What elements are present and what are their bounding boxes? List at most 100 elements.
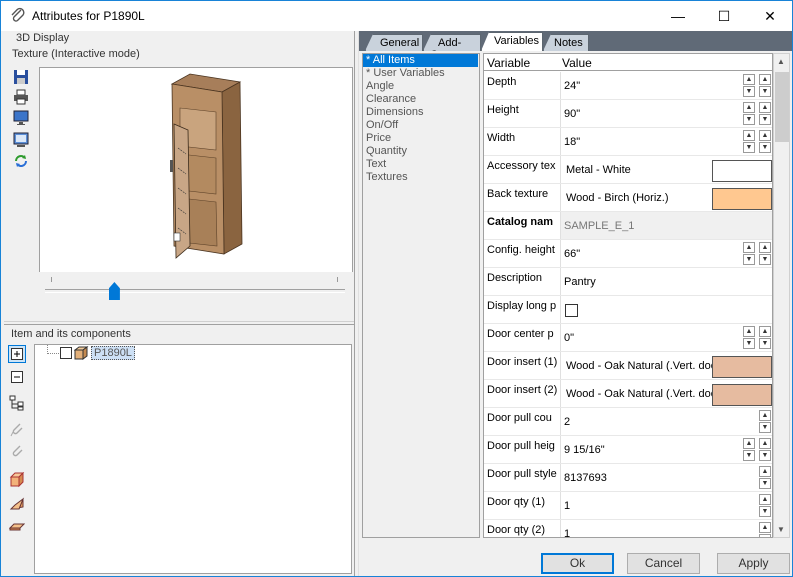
category-all-items[interactable]: * All Items [363, 54, 478, 67]
maximize-button[interactable]: ☐ [701, 1, 747, 31]
left-panel: 3D Display Texture (Interactive mode) It… [4, 31, 354, 576]
spin-up-icon[interactable]: ▲ [759, 326, 771, 337]
ok-button[interactable]: Ok [541, 553, 614, 574]
spin-down-icon[interactable]: ▼ [759, 86, 771, 97]
texture-swatch[interactable] [712, 160, 772, 182]
spin-up-icon[interactable]: ▲ [743, 130, 755, 141]
spin-up-icon[interactable]: ▲ [759, 466, 771, 477]
variable-value-cell[interactable]: 1 ▲▼ [560, 492, 772, 519]
scroll-up-icon[interactable]: ▲ [777, 57, 785, 66]
spin-up-icon[interactable]: ▲ [743, 74, 755, 85]
category-text[interactable]: Text [363, 158, 479, 171]
print-icon[interactable] [12, 88, 30, 106]
spin-down-icon[interactable]: ▼ [743, 142, 755, 153]
refresh-icon[interactable] [12, 152, 30, 170]
spin-up-icon[interactable]: ▲ [759, 242, 771, 253]
spin-up-icon[interactable]: ▲ [759, 494, 771, 505]
spin-down-icon[interactable]: ▼ [759, 506, 771, 517]
zoom-slider[interactable] [39, 272, 353, 318]
texture-swatch[interactable] [712, 188, 772, 210]
panel-splitter[interactable] [4, 321, 354, 325]
spin-up-icon[interactable]: ▲ [743, 242, 755, 253]
spin-down-icon[interactable]: ▼ [759, 534, 771, 537]
scrollbar-thumb[interactable] [775, 72, 789, 142]
spin-down-icon[interactable]: ▼ [743, 450, 755, 461]
spin-down-icon[interactable]: ▼ [743, 86, 755, 97]
variable-value-cell[interactable]: 90" ▲ ▼ ▲ ▼ [560, 100, 772, 127]
slider-thumb[interactable] [108, 282, 120, 300]
category-user-variables[interactable]: * User Variables [363, 67, 479, 80]
expand-icon[interactable] [8, 345, 26, 363]
collapse-icon[interactable] [8, 368, 26, 386]
tab-general[interactable]: General [365, 34, 423, 51]
category-price[interactable]: Price [363, 132, 479, 145]
variable-value-cell[interactable]: Metal - White [560, 156, 772, 183]
panel-icon[interactable] [8, 494, 26, 512]
variable-value-cell[interactable]: 0" ▲ ▼ ▲ ▼ [560, 324, 772, 351]
grid-scrollbar[interactable]: ▲ ▼ [773, 53, 790, 538]
tab-variables[interactable]: Variables [481, 32, 543, 51]
spin-up-icon[interactable]: ▲ [743, 102, 755, 113]
spin-up-icon[interactable]: ▲ [759, 438, 771, 449]
spin-down-icon[interactable]: ▼ [759, 450, 771, 461]
variable-name: Depth [487, 76, 517, 88]
shelf-icon[interactable] [8, 515, 26, 533]
spin-down-icon[interactable]: ▼ [759, 114, 771, 125]
spin-down-icon[interactable]: ▼ [759, 478, 771, 489]
spin-down-icon[interactable]: ▼ [759, 142, 771, 153]
close-button[interactable]: ✕ [747, 1, 793, 31]
texture-swatch[interactable] [712, 356, 772, 378]
category-on-off[interactable]: On/Off [363, 119, 479, 132]
variable-value-cell[interactable] [560, 296, 772, 323]
spin-down-icon[interactable]: ▼ [759, 422, 771, 433]
display-long-checkbox[interactable] [565, 304, 578, 317]
variable-value-cell[interactable]: 2 ▲ ▼ [560, 408, 772, 435]
category-angle[interactable]: Angle [363, 80, 479, 93]
category-dimensions[interactable]: Dimensions [363, 106, 479, 119]
spin-down-icon[interactable]: ▼ [743, 254, 755, 265]
tab-notes[interactable]: Notes [543, 34, 589, 51]
spin-up-icon[interactable]: ▲ [759, 130, 771, 141]
spin-down-icon[interactable]: ▼ [743, 114, 755, 125]
window-view-icon[interactable] [12, 131, 30, 149]
spin-up-icon[interactable]: ▲ [743, 326, 755, 337]
category-quantity[interactable]: Quantity [363, 145, 479, 158]
save-icon[interactable] [12, 68, 30, 86]
variable-value-cell[interactable]: 1 ▲▼ [560, 520, 772, 537]
scroll-down-icon[interactable]: ▼ [777, 525, 785, 534]
minimize-button[interactable]: — [655, 1, 701, 31]
spin-down-icon[interactable]: ▼ [759, 254, 771, 265]
box-icon[interactable] [8, 471, 26, 489]
variable-value-cell[interactable]: 18" ▲ ▼ ▲ ▼ [560, 128, 772, 155]
variable-value-cell[interactable]: 9 15/16" ▲ ▼ ▲ ▼ [560, 436, 772, 463]
variable-value-cell[interactable]: Wood - Oak Natural (.Vert. doo [560, 352, 772, 379]
spin-down-icon[interactable]: ▼ [743, 338, 755, 349]
variable-value-cell[interactable]: 24" ▲ ▼ ▲ ▼ [560, 72, 772, 99]
variable-value-cell[interactable]: 8137693 ▲ ▼ [560, 464, 772, 491]
variable-name: Config. height [487, 244, 555, 256]
variable-value-cell[interactable]: Pantry [560, 268, 772, 295]
cancel-button[interactable]: Cancel [627, 553, 700, 574]
monitor-icon[interactable] [12, 109, 30, 127]
tree-item-label[interactable]: P1890L [91, 346, 135, 360]
variable-name: Description [487, 272, 543, 284]
variable-value-cell[interactable]: 66" ▲ ▼ ▲ ▼ [560, 240, 772, 267]
cabinet-3d-model [170, 73, 243, 259]
variable-value-cell[interactable]: Wood - Oak Natural (.Vert. doo [560, 380, 772, 407]
variable-value-cell[interactable]: Wood - Birch (Horiz.) [560, 184, 772, 211]
spin-up-icon[interactable]: ▲ [759, 410, 771, 421]
tree-item-checkbox[interactable] [60, 347, 72, 359]
spin-up-icon[interactable]: ▲ [759, 102, 771, 113]
spin-up-icon[interactable]: ▲ [759, 522, 771, 533]
variable-value-cell[interactable]: SAMPLE_E_1 [560, 212, 772, 239]
hierarchy-icon[interactable] [8, 394, 26, 412]
category-textures[interactable]: Textures [363, 171, 479, 184]
texture-swatch[interactable] [712, 384, 772, 406]
tab-add-ons[interactable]: Add-Ons [423, 34, 481, 51]
apply-button[interactable]: Apply [717, 553, 790, 574]
category-clearance[interactable]: Clearance [363, 93, 479, 106]
spin-up-icon[interactable]: ▲ [759, 74, 771, 85]
3d-viewport[interactable] [39, 67, 353, 298]
spin-down-icon[interactable]: ▼ [759, 338, 771, 349]
spin-up-icon[interactable]: ▲ [743, 438, 755, 449]
